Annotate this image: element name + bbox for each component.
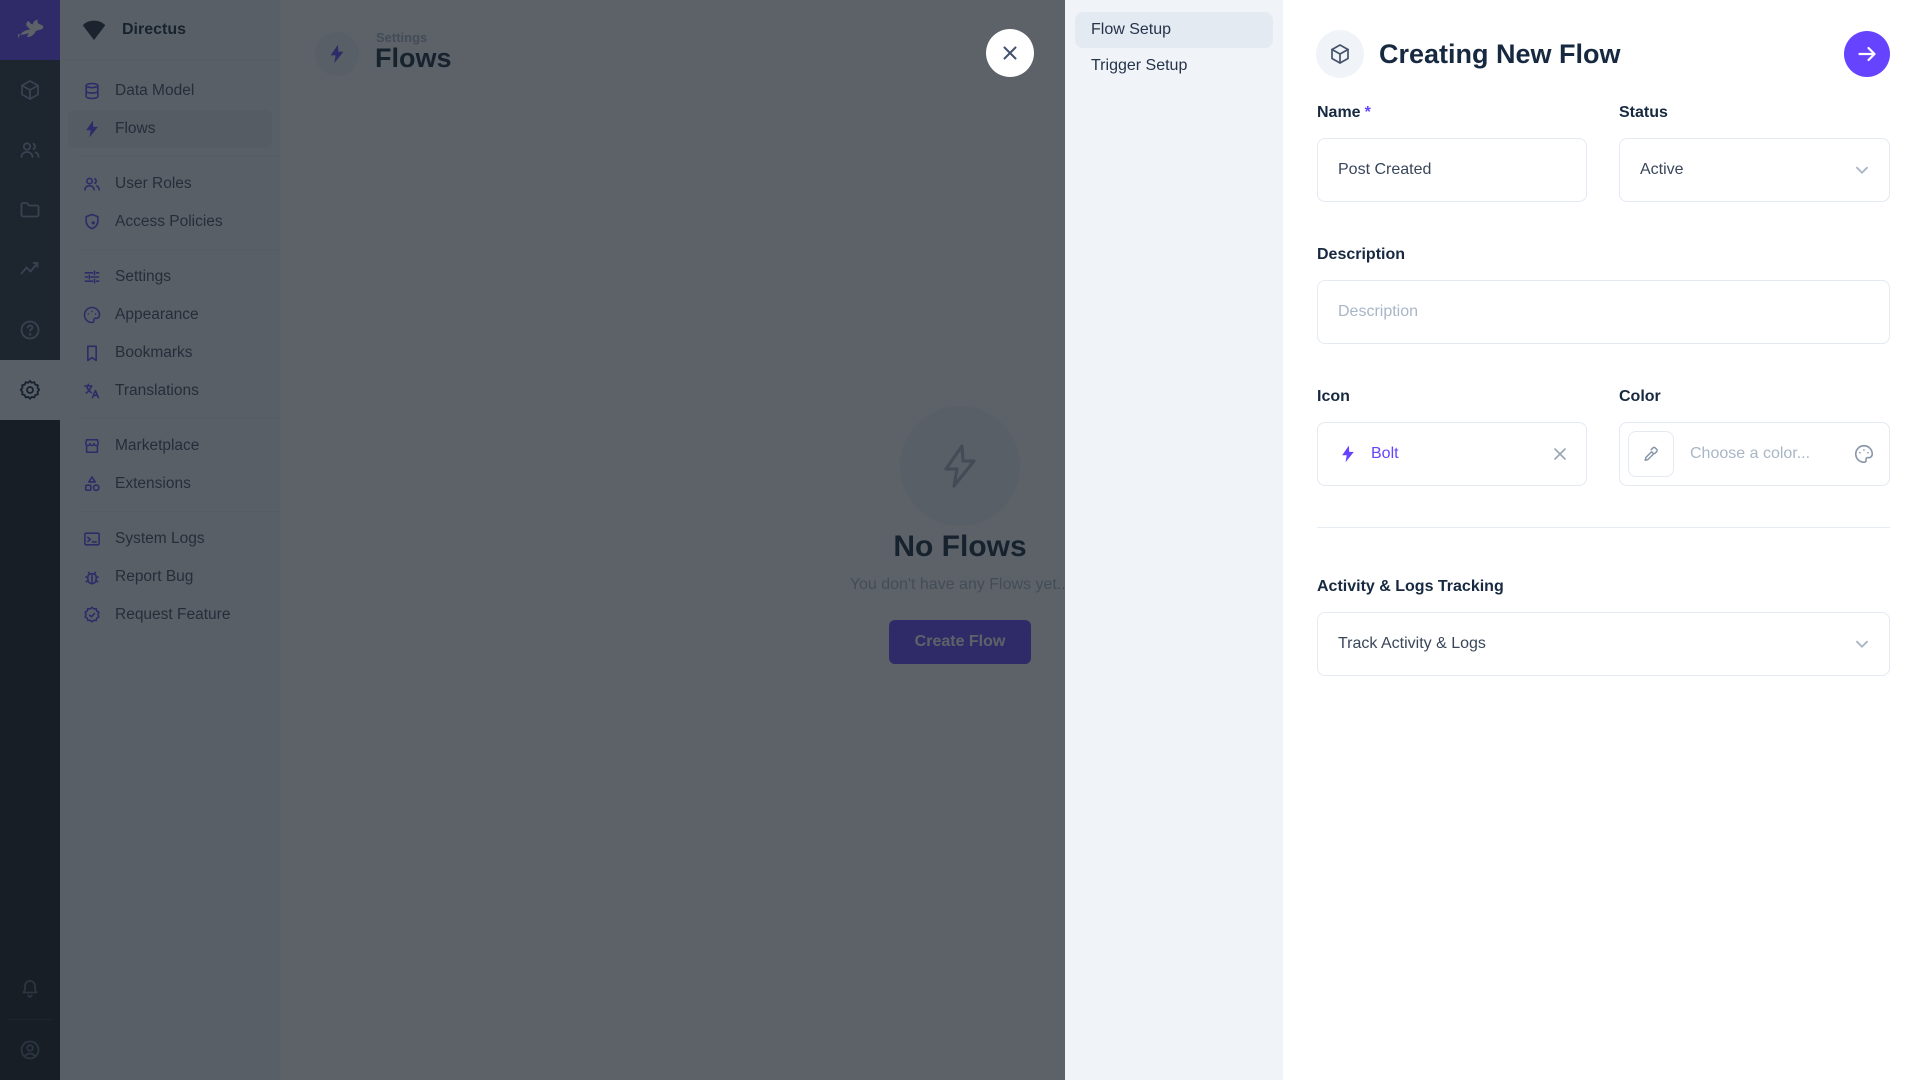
bolt-icon xyxy=(1338,444,1358,464)
cube-icon xyxy=(1328,42,1352,66)
tracking-field: Activity & Logs Tracking Track Activity … xyxy=(1317,578,1890,676)
palette-icon[interactable] xyxy=(1853,443,1875,465)
name-label: Name* xyxy=(1317,104,1587,124)
status-label: Status xyxy=(1619,104,1890,124)
status-field: Status Active xyxy=(1619,104,1890,202)
eyedropper-button[interactable] xyxy=(1628,431,1674,477)
app: Directus Data Model Flows User Roles Acc… xyxy=(0,0,1920,1080)
status-value: Active xyxy=(1620,161,1684,179)
name-input[interactable] xyxy=(1318,139,1586,201)
creating-new-flow-drawer: Flow Setup Trigger Setup Creating New Fl… xyxy=(1065,0,1920,1080)
arrow-right-icon xyxy=(1855,42,1879,66)
description-field: Description xyxy=(1317,246,1890,344)
name-input-box xyxy=(1317,138,1587,202)
dim-overlay[interactable] xyxy=(0,0,1065,1080)
tracking-select[interactable]: Track Activity & Logs xyxy=(1317,612,1890,676)
color-label: Color xyxy=(1619,388,1890,408)
color-input-box xyxy=(1619,422,1890,486)
description-input-box xyxy=(1317,280,1890,344)
tracking-value: Track Activity & Logs xyxy=(1318,635,1486,653)
close-icon[interactable] xyxy=(986,29,1034,77)
eyedropper-icon xyxy=(1641,444,1661,464)
drawer-nav-flow-setup[interactable]: Flow Setup xyxy=(1075,12,1273,48)
drawer-nav-trigger-setup[interactable]: Trigger Setup xyxy=(1075,48,1273,84)
required-marker: * xyxy=(1365,104,1371,121)
chevron-down-icon xyxy=(1851,159,1873,181)
tracking-label: Activity & Logs Tracking xyxy=(1317,578,1890,598)
drawer-title: Creating New Flow xyxy=(1379,39,1621,70)
drawer-title-icon-circle xyxy=(1316,30,1364,78)
status-select[interactable]: Active xyxy=(1619,138,1890,202)
drawer-nav: Flow Setup Trigger Setup xyxy=(1065,0,1283,1080)
chevron-down-icon xyxy=(1851,633,1873,655)
icon-field: Icon Bolt xyxy=(1317,388,1587,486)
name-field: Name* xyxy=(1317,104,1587,202)
description-label: Description xyxy=(1317,246,1890,266)
icon-value: Bolt xyxy=(1371,445,1399,463)
description-input[interactable] xyxy=(1318,281,1889,343)
section-divider xyxy=(1317,527,1890,528)
clear-icon-button[interactable] xyxy=(1550,444,1570,464)
submit-arrow-button[interactable] xyxy=(1844,31,1890,77)
color-field: Color xyxy=(1619,388,1890,486)
drawer-main: Creating New Flow Name* Status Active xyxy=(1283,0,1920,1080)
icon-label: Icon xyxy=(1317,388,1587,408)
icon-select[interactable]: Bolt xyxy=(1317,422,1587,486)
